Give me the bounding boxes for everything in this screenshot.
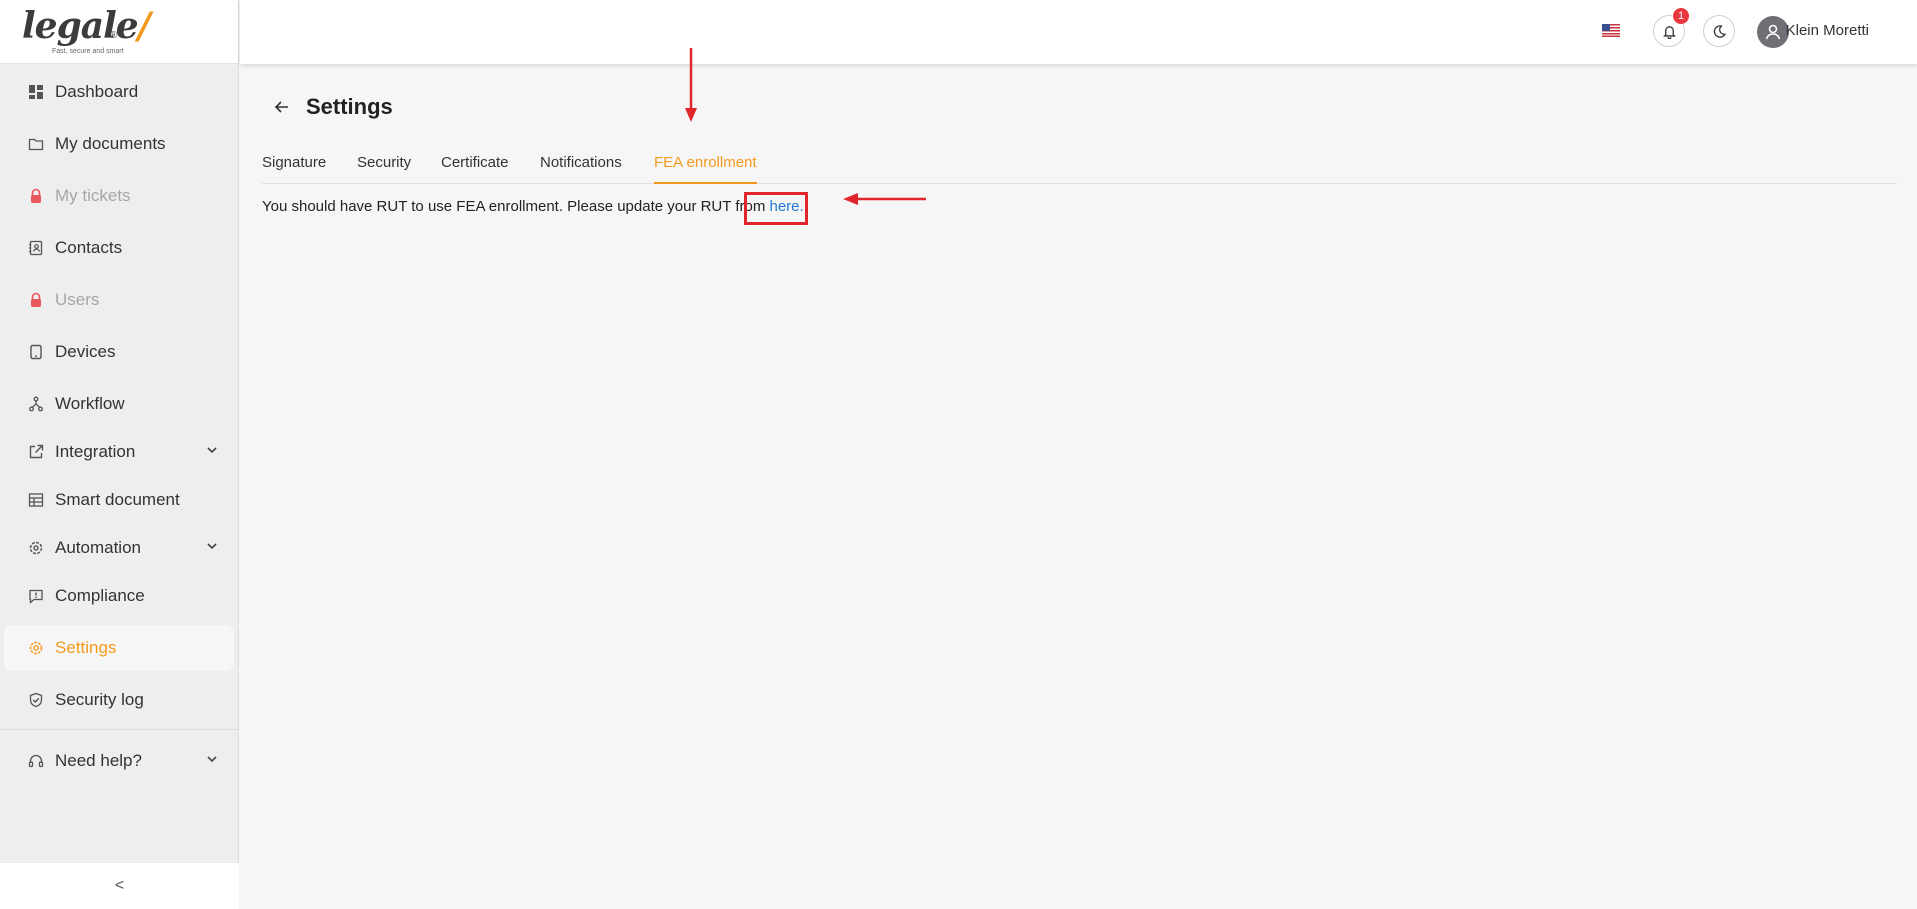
tab-fea-enrollment[interactable]: FEA enrollment: [654, 148, 757, 184]
page-title: Settings: [306, 94, 393, 119]
sidebar-item-label: Workflow: [55, 394, 125, 413]
moon-icon: [1713, 24, 1726, 38]
notice-text: You should have RUT to use FEA enrollmen…: [262, 198, 770, 215]
folder-icon: [27, 135, 45, 153]
bell-icon: [1662, 25, 1676, 39]
collapse-sidebar-button[interactable]: <: [0, 863, 239, 909]
sidebar-item-users[interactable]: Users: [4, 277, 234, 323]
logo-tagline: Fast, secure and smart: [52, 48, 124, 55]
table-icon: [27, 491, 45, 509]
sidebar-item-label: Settings: [55, 638, 117, 657]
lock-icon: [27, 187, 45, 205]
sidebar-item-dashboard[interactable]: Dashboard: [4, 69, 234, 115]
chevron-left-icon: <: [114, 877, 125, 894]
sidebar-item-label: Automation: [55, 538, 141, 557]
sidebar-item-compliance[interactable]: Compliance: [4, 573, 234, 619]
topbar: 1 Klein Moretti: [240, 0, 1917, 64]
sidebar-item-need-help[interactable]: Need help?: [4, 738, 234, 784]
sidebar-item-integration[interactable]: Integration: [4, 429, 234, 475]
chevron-down-icon: [207, 447, 217, 454]
sidebar-item-devices[interactable]: Devices: [4, 329, 234, 375]
registered-mark: ®: [110, 30, 118, 41]
avatar[interactable]: [1757, 16, 1789, 48]
logo-wordmark: legale/: [22, 5, 151, 47]
annotation-highlight-box: [744, 192, 808, 225]
sidebar-item-label: My tickets: [55, 186, 131, 205]
sidebar-item-label: Need help?: [55, 751, 142, 770]
sidebar-item-label: Dashboard: [55, 82, 139, 101]
sidebar-item-label: Users: [55, 290, 100, 309]
sidebar-item-my-documents[interactable]: My documents: [4, 121, 234, 167]
sidebar-item-label: Smart document: [55, 490, 180, 509]
sidebar-item-label: Integration: [55, 442, 136, 461]
notification-badge: 1: [1672, 7, 1690, 25]
message-alert-icon: [27, 587, 45, 605]
sidebar-item-my-tickets[interactable]: My tickets: [4, 173, 234, 219]
title-row: Settings: [262, 94, 393, 120]
theme-toggle-button[interactable]: [1703, 15, 1735, 47]
lock-icon: [27, 291, 45, 309]
annotation-arrowhead-down: [685, 108, 697, 122]
tab-signature[interactable]: Signature: [262, 148, 326, 184]
tab-notifications[interactable]: Notifications: [540, 148, 622, 184]
gear-icon: [27, 639, 45, 657]
user-name[interactable]: Klein Moretti: [1786, 22, 1869, 39]
sidebar-item-automation[interactable]: Automation: [4, 525, 234, 571]
external-link-icon: [27, 443, 45, 461]
sidebar-item-label: Devices: [55, 342, 116, 361]
contacts-icon: [27, 239, 45, 257]
sidebar-item-workflow[interactable]: Workflow: [4, 381, 234, 427]
sidebar-item-contacts[interactable]: Contacts: [4, 225, 234, 271]
tab-certificate[interactable]: Certificate: [441, 148, 509, 184]
sidebar-item-label: My documents: [55, 134, 166, 153]
rut-notice: You should have RUT to use FEA enrollmen…: [262, 198, 804, 215]
sidebar-item-settings[interactable]: Settings: [4, 625, 234, 671]
sidebar-item-label: Security log: [55, 690, 144, 709]
sidebar: legale/ ® Fast, secure and smart Dashboa…: [0, 0, 239, 909]
sidebar-item-label: Contacts: [55, 238, 123, 257]
chevron-down-icon: [207, 756, 217, 763]
logo[interactable]: legale/ ® Fast, secure and smart: [0, 0, 238, 64]
annotation-arrowhead-left: [843, 193, 858, 205]
workflow-icon: [27, 395, 45, 413]
settings-tabs: Signature Security Certificate Notificat…: [262, 148, 1897, 184]
back-arrow-icon[interactable]: [272, 97, 292, 117]
tab-security[interactable]: Security: [357, 148, 411, 184]
sidebar-item-smart-document[interactable]: Smart document: [4, 477, 234, 523]
shield-check-icon: [27, 691, 45, 709]
user-icon: [1765, 24, 1781, 40]
dashboard-icon: [27, 83, 45, 101]
headset-icon: [27, 752, 45, 770]
sidebar-item-security-log[interactable]: Security log: [4, 677, 234, 723]
us-flag-icon[interactable]: [1602, 24, 1620, 37]
sidebar-divider: [0, 729, 239, 730]
sidebar-item-label: Compliance: [55, 586, 145, 605]
automation-gear-icon: [27, 539, 45, 557]
annotation-overlay: [685, 48, 926, 205]
chevron-down-icon: [207, 543, 217, 550]
tablet-icon: [27, 343, 45, 361]
